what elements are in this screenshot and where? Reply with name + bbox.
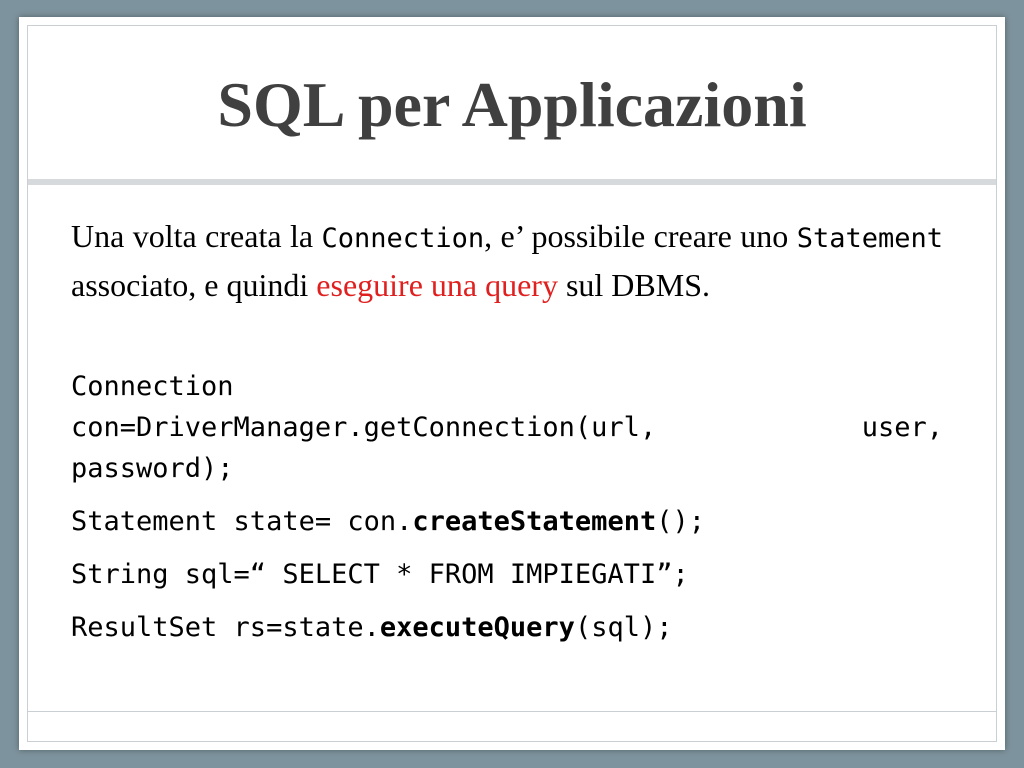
code-connection-block: Connection con=DriverManager.getConnecti… bbox=[71, 366, 943, 489]
code-line-2-a: con=DriverManager.getConnection(url, bbox=[71, 412, 657, 443]
intro-text-1: Una volta creata la bbox=[71, 218, 322, 254]
intro-code-connection: Connection bbox=[321, 223, 485, 254]
code-line-4-post: (); bbox=[656, 506, 705, 537]
code-line-6-pre: ResultSet rs=state. bbox=[71, 612, 380, 643]
intro-paragraph: Una volta creata la Connection, e’ possi… bbox=[71, 213, 943, 308]
slide: SQL per Applicazioni Una volta creata la… bbox=[19, 17, 1005, 750]
code-line-6-post: (sql); bbox=[574, 612, 673, 643]
intro-text-3: associato, e quindi bbox=[71, 267, 317, 303]
code-line-4-pre: Statement state= con. bbox=[71, 506, 413, 537]
intro-text-4: sul DBMS. bbox=[557, 267, 710, 303]
code-line-4: Statement state= con.createStatement(); bbox=[71, 501, 943, 542]
code-line-6: ResultSet rs=state.executeQuery(sql); bbox=[71, 607, 943, 648]
slide-title: SQL per Applicazioni bbox=[217, 69, 807, 140]
intro-text-2: , e’ possibile creare uno bbox=[484, 218, 797, 254]
slide-content: Una volta creata la Connection, e’ possi… bbox=[71, 213, 943, 648]
code-line-3: password); bbox=[71, 453, 234, 484]
code-line-2-b: user, bbox=[861, 412, 943, 443]
code-line-2: con=DriverManager.getConnection(url, use… bbox=[71, 407, 943, 448]
intro-code-statement: Statement bbox=[796, 223, 944, 254]
footer-divider bbox=[28, 711, 996, 712]
code-line-4-method: createStatement bbox=[412, 506, 657, 537]
code-line-5: String sql=“ SELECT * FROM IMPIEGATI”; bbox=[71, 559, 689, 590]
title-divider bbox=[28, 179, 996, 185]
code-line-6-method: executeQuery bbox=[379, 612, 575, 643]
intro-highlight: eseguire una query bbox=[316, 267, 558, 303]
code-line-1: Connection bbox=[71, 371, 234, 402]
